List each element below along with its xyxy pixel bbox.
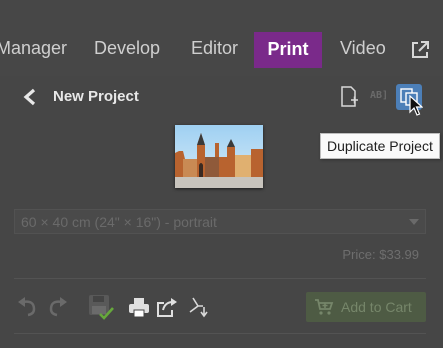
project-thumbnail-image[interactable]: [175, 125, 263, 188]
text-ab-icon[interactable]: AB]: [370, 90, 388, 101]
export-icon[interactable]: [187, 296, 209, 318]
divider: [14, 278, 426, 279]
project-title: New Project: [53, 88, 139, 105]
nav-tab-editor[interactable]: Editor: [191, 23, 238, 73]
divider: [14, 333, 426, 334]
new-page-icon[interactable]: [339, 86, 359, 108]
redo-icon[interactable]: [47, 296, 69, 318]
duplicate-project-tooltip: Duplicate Project: [320, 133, 440, 159]
nav-tab-manager[interactable]: Manager: [0, 23, 67, 73]
price-label: Price: $33.99: [342, 247, 419, 262]
print-icon[interactable]: [128, 296, 150, 318]
nav-tab-develop[interactable]: Develop: [94, 23, 160, 73]
nav-tab-print[interactable]: Print: [254, 32, 322, 68]
nav-tab-video[interactable]: Video: [340, 23, 386, 73]
print-size-select[interactable]: 60 × 40 cm (24" × 16") - portrait: [14, 209, 426, 234]
save-icon[interactable]: [88, 294, 114, 320]
top-navigation-bar: Manager Develop Editor Print Video: [0, 0, 443, 76]
add-to-cart-label: Add to Cart: [341, 299, 412, 315]
external-link-icon[interactable]: [410, 40, 430, 60]
chevron-down-icon: [409, 219, 419, 225]
add-to-cart-button[interactable]: Add to Cart: [306, 292, 426, 322]
print-size-value: 60 × 40 cm (24" × 16") - portrait: [21, 214, 217, 230]
cart-icon: [314, 298, 334, 316]
chevron-left-icon[interactable]: [22, 88, 38, 106]
share-icon[interactable]: [156, 296, 178, 318]
mouse-cursor-icon: [409, 94, 424, 117]
undo-icon[interactable]: [16, 296, 38, 318]
